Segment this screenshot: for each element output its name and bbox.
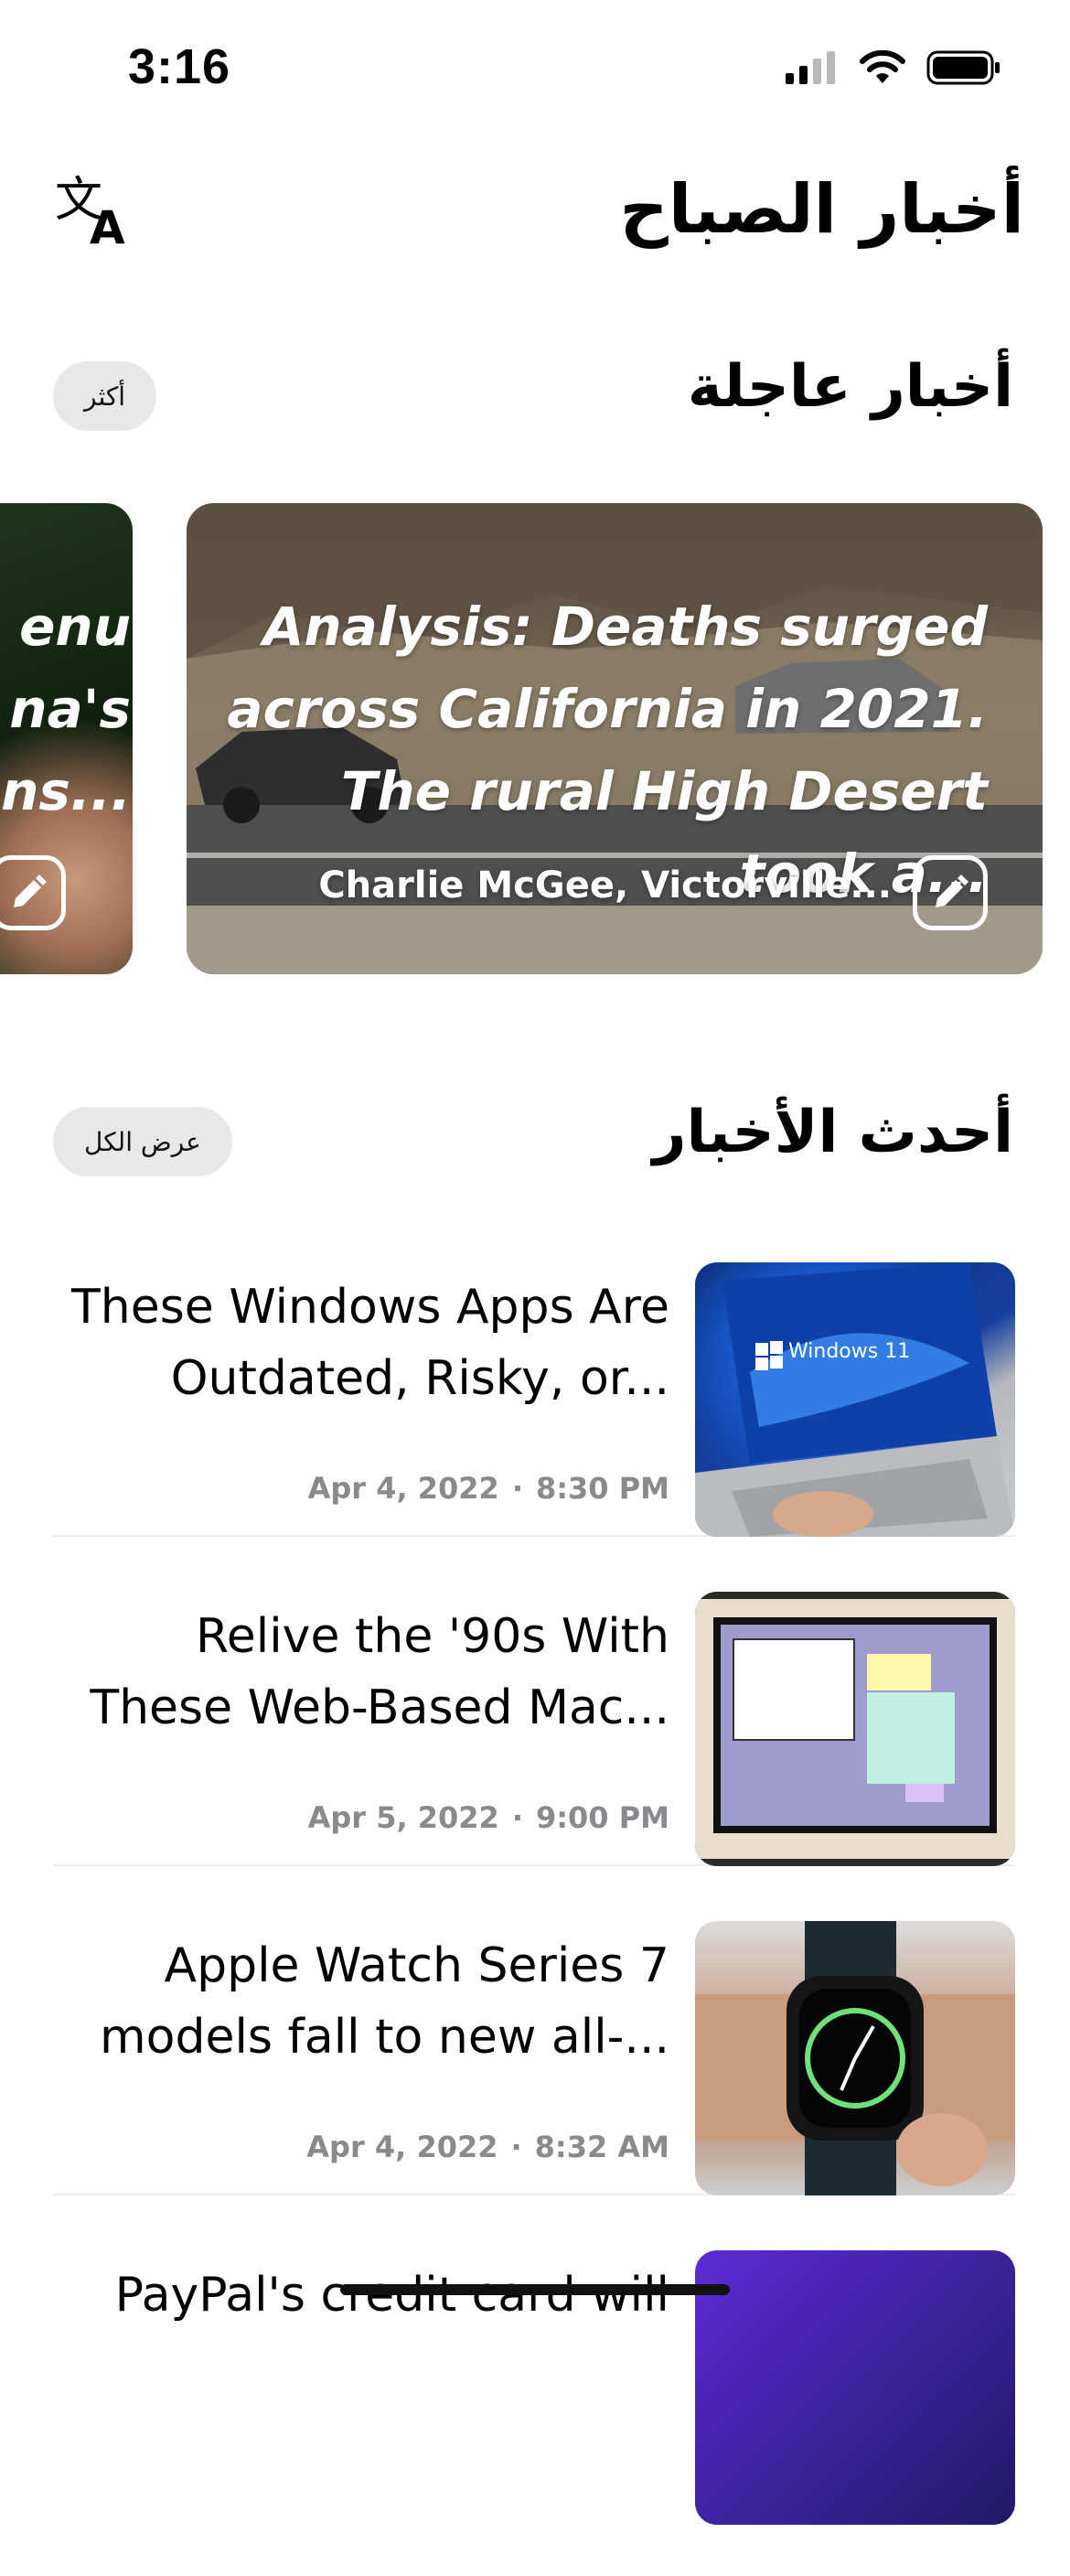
news-time: 8:32 AM: [534, 2130, 669, 2164]
meta-separator: ·: [510, 2130, 522, 2164]
breaking-card[interactable]: Analysis: Deaths surged across Californi…: [187, 503, 1043, 974]
windows-logo-text: Windows 11: [788, 1340, 910, 1363]
battery-icon: [926, 50, 1000, 85]
status-time: 3:16: [128, 39, 231, 94]
news-thumbnail: [695, 1921, 1015, 2195]
news-meta: Apr 4, 2022 · 8:32 AM: [306, 2130, 669, 2164]
news-headline: Relive the '90s With These Web-Based Mac…: [90, 1609, 669, 1735]
news-thumbnail: [695, 1592, 1015, 1866]
edit-button[interactable]: [0, 855, 66, 930]
edit-button[interactable]: [913, 855, 988, 930]
news-headline: PayPal's credit card will: [114, 2268, 669, 2323]
breaking-news-header: أخبار عاجلة أكثر: [53, 352, 1013, 435]
home-indicator[interactable]: [340, 2284, 730, 2295]
status-bar: 3:16: [0, 0, 1070, 137]
headline-line: ns...: [1, 760, 131, 822]
status-icons: [784, 50, 1001, 85]
latest-news-list: Windows 11 These Windows Apps Are Outdat…: [53, 1261, 1015, 2576]
breaking-card[interactable]: enu na's ns...: [0, 503, 133, 974]
news-date: Apr 5, 2022: [307, 1800, 499, 1835]
meta-separator: ·: [511, 1471, 523, 1506]
headline-line: na's: [9, 678, 131, 740]
more-button[interactable]: أكثر: [53, 361, 157, 431]
cellular-signal-icon: [786, 51, 835, 84]
news-time: 9:00 PM: [535, 1800, 669, 1835]
page-title: أخبار الصباح: [619, 170, 1024, 249]
news-thumbnail: Windows 11: [695, 1262, 1015, 1537]
breaking-news-title: أخبار عاجلة: [687, 353, 1013, 421]
translate-icon: 文 A: [55, 174, 125, 247]
breaking-card-source: Charlie McGee, Victorville...: [318, 864, 892, 907]
pencil-icon: [936, 875, 968, 907]
view-all-button[interactable]: عرض الكل: [53, 1107, 232, 1176]
latest-news-title: أحدث الأخبار: [652, 1099, 1013, 1166]
meta-separator: ·: [511, 1800, 523, 1835]
translate-button[interactable]: 文 A: [53, 169, 135, 252]
news-meta: Apr 5, 2022 · 9:00 PM: [308, 1800, 669, 1835]
app-header: 文 A أخبار الصباح: [0, 151, 1070, 279]
news-date: Apr 4, 2022: [307, 1471, 499, 1506]
news-list-item[interactable]: Relive the '90s With These Web-Based Mac…: [53, 1590, 1015, 1866]
news-list-item[interactable]: Windows 11 These Windows Apps Are Outdat…: [53, 1261, 1015, 1537]
pencil-icon: [14, 875, 47, 907]
news-headline: These Windows Apps Are Outdated, Risky, …: [71, 1280, 669, 1406]
news-meta: Apr 4, 2022 · 8:30 PM: [308, 1471, 669, 1506]
svg-text:A: A: [90, 201, 125, 247]
news-date: Apr 4, 2022: [306, 2130, 498, 2164]
news-headline: Apple Watch Series 7 models fall to new …: [100, 1938, 669, 2065]
news-thumbnail: [695, 2250, 1015, 2525]
headline-line: enu: [19, 596, 131, 658]
breaking-card-headline: enu na's ns...: [1, 585, 131, 832]
news-time: 8:30 PM: [535, 1471, 669, 1506]
latest-news-header: أحدث الأخبار عرض الكل: [53, 1098, 1013, 1180]
wifi-icon: [860, 50, 905, 83]
breaking-news-carousel[interactable]: enu na's ns... Analysis: Deaths surged a…: [0, 503, 1070, 979]
news-list-item[interactable]: Apple Watch Series 7 models fall to new …: [53, 1919, 1015, 2195]
